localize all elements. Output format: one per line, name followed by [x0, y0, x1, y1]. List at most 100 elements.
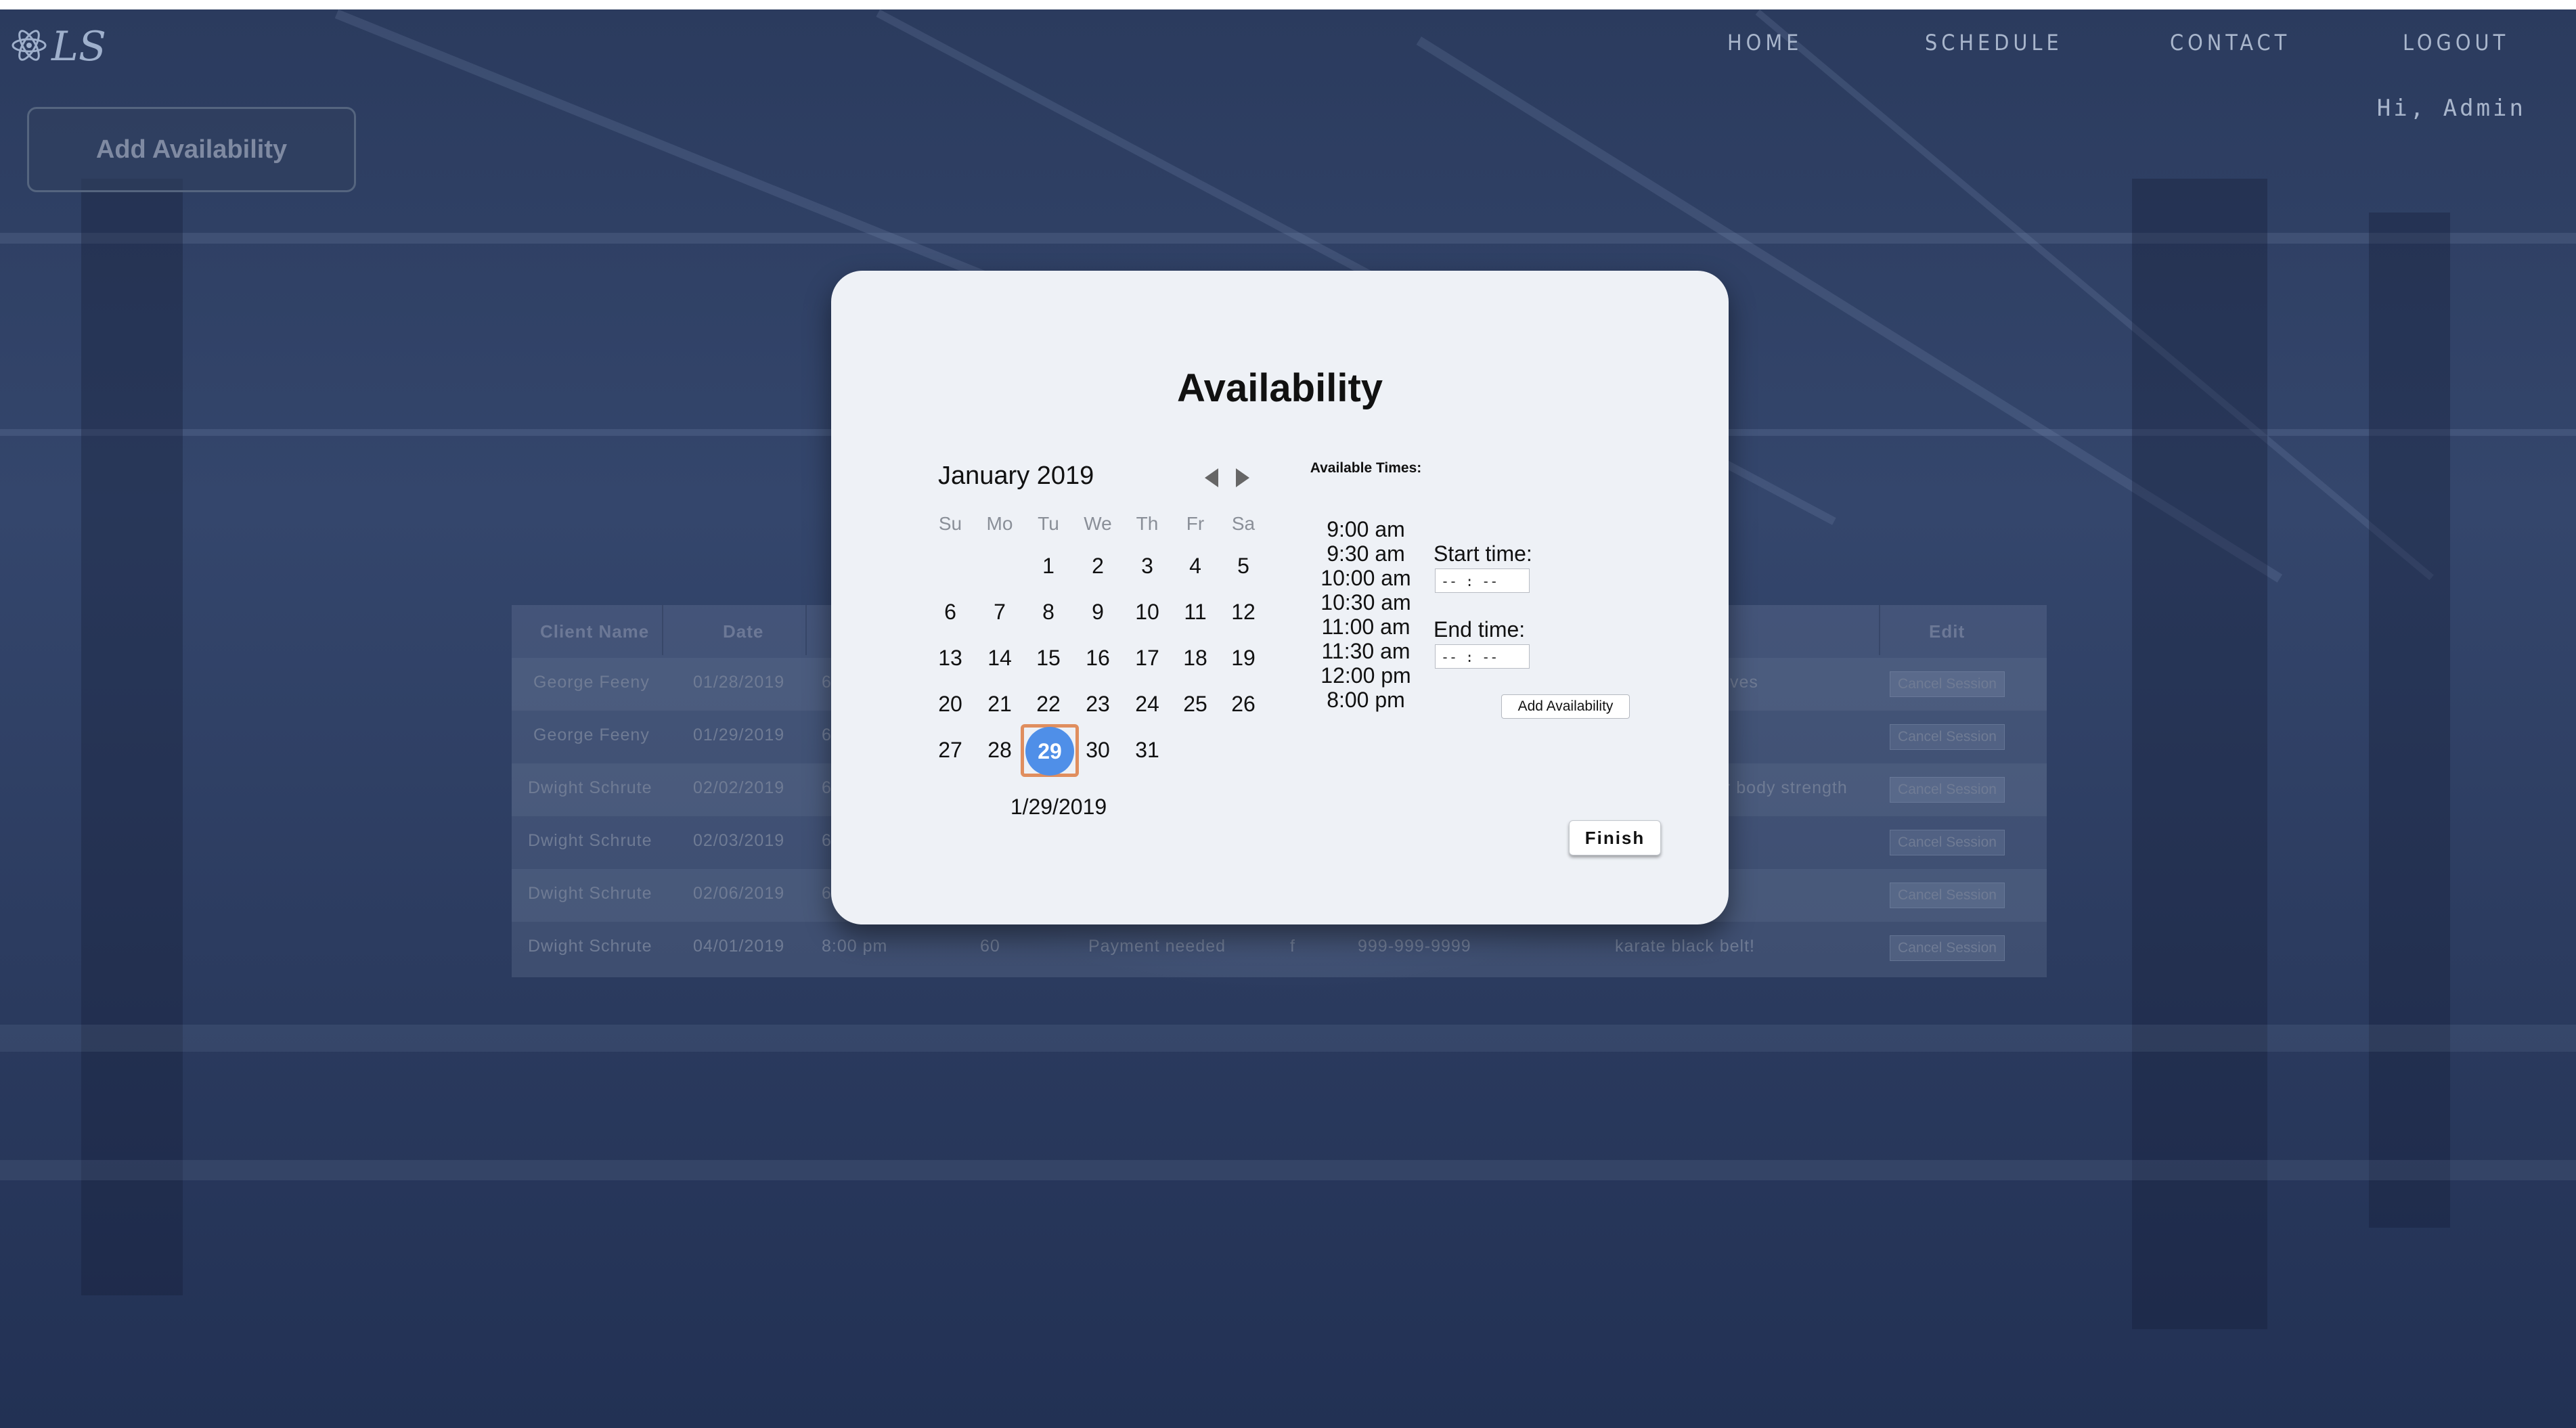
calendar-day[interactable]: 7	[975, 600, 1024, 627]
calendar-day[interactable]: 13	[926, 646, 975, 673]
column-divider	[662, 605, 663, 655]
calendar-day[interactable]: 14	[975, 646, 1024, 673]
calendar-day[interactable]: 27	[926, 738, 975, 765]
end-time-input[interactable]: -- : --	[1435, 644, 1530, 669]
atom-icon	[11, 27, 47, 67]
cell-time: 6	[822, 831, 832, 850]
column-header-client-name: Client Name	[540, 621, 650, 642]
column-header-edit: Edit	[1929, 621, 1966, 642]
cell-time: 6	[822, 884, 832, 903]
calendar-day[interactable]: 18	[1171, 646, 1220, 673]
cell-date: 01/29/2019	[693, 726, 785, 744]
column-divider	[805, 605, 807, 655]
cell-client: Dwight Schrute	[528, 778, 652, 797]
weekday-label: Su	[938, 513, 962, 534]
column-header-date: Date	[723, 621, 764, 642]
nav-home[interactable]: HOME	[1727, 30, 1802, 55]
cancel-session-button[interactable]: Cancel Session	[1890, 830, 2005, 855]
cell-date: 04/01/2019	[693, 937, 785, 956]
logo-text: LS	[51, 23, 106, 70]
cancel-session-button[interactable]: Cancel Session	[1890, 883, 2005, 908]
cell-notes: r body strength	[1725, 778, 1848, 797]
nav-schedule[interactable]: SCHEDULE	[1925, 30, 2063, 55]
calendar-day[interactable]: 24	[1123, 692, 1172, 719]
cell-time: 8:00 pm	[822, 937, 888, 956]
calendar-day[interactable]: 9	[1073, 600, 1122, 627]
calendar-day[interactable]: 23	[1073, 692, 1122, 719]
cell-gender: f	[1290, 937, 1295, 956]
cell-client: George Feeny	[533, 726, 650, 744]
calendar-day[interactable]: 11	[1171, 600, 1220, 627]
cell-client: Dwight Schrute	[528, 831, 652, 850]
available-time: 12:00 pm	[1320, 663, 1411, 688]
calendar-day[interactable]: 16	[1073, 646, 1122, 673]
cell-client: Dwight Schrute	[528, 884, 652, 903]
cancel-session-button[interactable]: Cancel Session	[1890, 935, 2005, 961]
weekday-label: Mo	[986, 513, 1013, 534]
cell-client: Dwight Schrute	[528, 937, 652, 956]
availability-modal: Availability January 2019 Su Mo Tu We Th…	[831, 271, 1729, 924]
calendar-month-label: January 2019	[938, 462, 1094, 490]
selected-date-label: 1/29/2019	[1010, 795, 1107, 819]
calendar-day[interactable]: 6	[926, 600, 975, 627]
calendar-day[interactable]: 10	[1123, 600, 1172, 627]
calendar-day[interactable]: 28	[975, 738, 1024, 765]
calendar-day[interactable]: 19	[1219, 646, 1268, 673]
nav-logout[interactable]: LOGOUT	[2403, 30, 2509, 55]
calendar-day[interactable]: 26	[1219, 692, 1268, 719]
calendar-day-selected[interactable]: 29	[1025, 727, 1074, 776]
available-time: 9:00 am	[1327, 517, 1405, 541]
cell-time: 6	[822, 726, 832, 744]
available-time: 11:30 am	[1321, 639, 1411, 663]
calendar-day[interactable]: 3	[1123, 554, 1172, 581]
start-time-label: Start time:	[1434, 541, 1532, 566]
cell-date: 02/06/2019	[693, 884, 785, 903]
calendar-day[interactable]: 2	[1073, 554, 1122, 581]
available-time: 10:00 am	[1320, 566, 1411, 590]
calendar-day[interactable]: 1	[1024, 554, 1073, 581]
calendar-day[interactable]: 8	[1024, 600, 1073, 627]
cell-date: 02/03/2019	[693, 831, 785, 850]
finish-button[interactable]: Finish	[1569, 820, 1661, 855]
modal-title: Availability	[1176, 366, 1383, 410]
cancel-session-button[interactable]: Cancel Session	[1890, 777, 2005, 803]
chevron-right-icon[interactable]	[1236, 468, 1249, 487]
cell-date: 01/28/2019	[693, 673, 785, 692]
user-greeting: Hi, Admin	[2376, 95, 2526, 122]
calendar-day[interactable]: 30	[1073, 738, 1122, 765]
logo[interactable]: LS	[11, 23, 106, 70]
table-row: Dwight Schrute 04/01/2019 8:00 pm 60 Pay…	[512, 922, 2047, 975]
cell-phone: 999-999-9999	[1358, 937, 1471, 956]
calendar-day[interactable]: 21	[975, 692, 1024, 719]
available-times-title: Available Times:	[1310, 460, 1422, 476]
calendar-day[interactable]: 20	[926, 692, 975, 719]
calendar-day[interactable]: 31	[1123, 738, 1172, 765]
available-time: 11:00 am	[1321, 615, 1411, 639]
calendar-day[interactable]: 17	[1123, 646, 1172, 673]
weekday-label: Tu	[1038, 513, 1059, 534]
add-availability-submit-button[interactable]: Add Availability	[1501, 694, 1630, 719]
nav-contact[interactable]: CONTACT	[2170, 30, 2290, 55]
cell-client: George Feeny	[533, 673, 650, 692]
calendar-day[interactable]: 4	[1171, 554, 1220, 581]
calendar-day[interactable]: 25	[1171, 692, 1220, 719]
end-time-label: End time:	[1434, 617, 1526, 642]
weekday-label: Sa	[1231, 513, 1256, 534]
weekday-label: Th	[1136, 513, 1159, 534]
cell-time: 6	[822, 673, 832, 692]
cancel-session-button[interactable]: Cancel Session	[1890, 724, 2005, 750]
start-time-input[interactable]: -- : --	[1435, 568, 1530, 593]
available-time: 8:00 pm	[1327, 688, 1405, 712]
available-time: 10:30 am	[1320, 590, 1411, 615]
calendar-day[interactable]: 5	[1219, 554, 1268, 581]
calendar-day[interactable]: 15	[1024, 646, 1073, 673]
calendar-day[interactable]: 22	[1024, 692, 1073, 719]
cancel-session-button[interactable]: Cancel Session	[1890, 671, 2005, 697]
calendar-day[interactable]: 12	[1219, 600, 1268, 627]
weekday-label: Fr	[1186, 513, 1205, 534]
chevron-left-icon[interactable]	[1205, 468, 1218, 487]
weekday-label: We	[1084, 513, 1112, 534]
cell-notes: karate black belt!	[1615, 937, 1755, 956]
add-availability-button[interactable]: Add Availability	[27, 107, 356, 192]
cell-notes: ves	[1730, 673, 1758, 692]
